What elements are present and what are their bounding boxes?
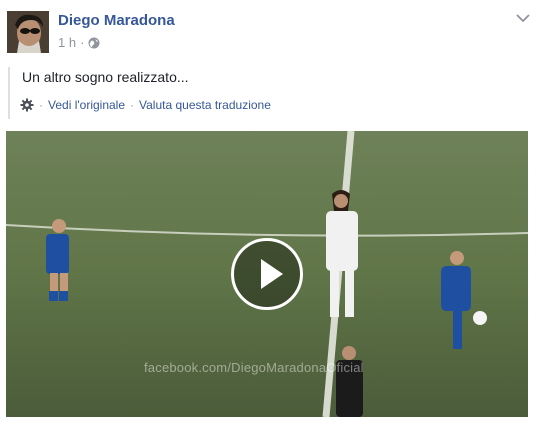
author-name[interactable]: Diego Maradona: [58, 12, 175, 29]
translation-separator: ·: [39, 98, 43, 112]
video-player[interactable]: facebook.com/DiegoMaradonaOficial: [6, 131, 528, 417]
meta-separator: ·: [80, 35, 85, 50]
translation-separator: ·: [130, 98, 135, 112]
see-original-link[interactable]: Vedi l'originale: [48, 98, 125, 112]
rate-translation-link[interactable]: Valuta questa traduzione: [139, 98, 271, 112]
globe-icon[interactable]: [88, 37, 100, 49]
post-text: Un altro sogno realizzato...: [22, 69, 189, 85]
gear-icon[interactable]: [20, 98, 34, 112]
timestamp[interactable]: 1 h: [58, 35, 76, 50]
video-watermark: facebook.com/DiegoMaradonaOficial: [144, 360, 364, 375]
avatar[interactable]: [7, 11, 49, 53]
translation-quote-bar: [8, 67, 10, 119]
facebook-post: Diego Maradona 1 h · Un altro sogno real…: [0, 0, 538, 430]
play-icon[interactable]: [231, 238, 303, 310]
chevron-down-icon[interactable]: [515, 11, 531, 23]
translation-row: · Vedi l'originale · Valuta questa tradu…: [20, 98, 271, 112]
post-meta: 1 h ·: [58, 35, 100, 50]
